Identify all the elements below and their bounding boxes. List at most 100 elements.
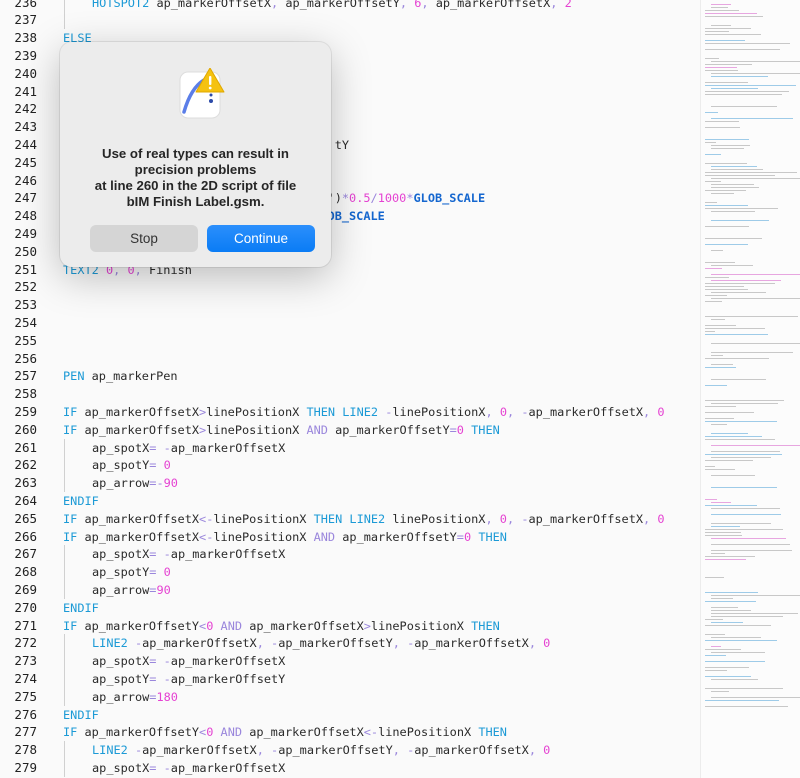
minimap[interactable] [700,0,800,778]
code-line[interactable]: 237 [0,11,700,30]
minimap-line [705,592,759,593]
minimap-line [711,145,750,146]
minimap-line [711,679,758,680]
line-number: 243 [14,119,37,135]
code-line[interactable]: 260 IF ap_markerOffsetX>linePositionX AND… [0,421,700,439]
minimap-line [711,379,766,380]
code-line[interactable]: 274 ap_spotY= -ap_markerOffsetY [0,669,700,688]
code-line[interactable]: 256 [0,350,700,368]
line-number: 254 [14,314,37,330]
code-line[interactable]: 254 [0,314,700,332]
minimap-line [705,601,757,602]
minimap-line [705,331,715,332]
minimap-line [705,31,730,32]
line-number: 261 [14,439,37,455]
line-number: 239 [14,47,37,63]
code-line[interactable]: 267 ap_spotX= -ap_markerOffsetX [0,545,700,564]
line-number: 250 [14,243,37,259]
line-number: 245 [14,154,37,170]
line-number: 266 [14,528,37,544]
indent-guide [64,438,65,457]
continue-button[interactable]: Continue [207,225,315,252]
minimap-line [705,70,738,71]
code-line[interactable]: 275 ap_arrow=180 [0,687,700,706]
minimap-line [711,7,728,8]
minimap-line [711,691,730,692]
code-line[interactable]: 257 PEN ap_markerPen [0,367,700,385]
minimap-line [711,598,734,599]
code-line[interactable]: 255 [0,332,700,350]
minimap-line [711,403,779,404]
message-line: at line 260 in the 2D script of file [94,178,297,193]
line-number: 246 [14,172,37,188]
code-text: ap_spotY= -ap_markerOffsetY [92,671,286,686]
code-text: ENDIF [63,600,99,615]
indent-guide [64,741,65,760]
code-line[interactable]: 271 IF ap_markerOffsetY<0 AND ap_markerOf… [0,617,700,635]
minimap-line [711,193,735,194]
code-text: IF ap_markerOffsetX>linePositionX THEN L… [63,404,665,419]
minimap-line [711,613,799,614]
code-text: ap_arrow=90 [92,582,171,597]
line-number: 255 [14,332,37,348]
minimap-line [705,112,719,113]
minimap-line [711,364,734,365]
minimap-line [711,607,738,608]
code-line[interactable]: 277 IF ap_markerOffsetY<0 AND ap_markerOf… [0,723,700,741]
code-line[interactable]: 253 [0,296,700,314]
code-line[interactable]: 265 IF ap_markerOffsetX<-linePositionX TH… [0,510,700,528]
code-line[interactable]: 266 IF ap_markerOffsetX<-linePositionX AN… [0,528,700,546]
warning-dialog: Use of real types can result in precisio… [60,42,331,267]
line-number: 274 [14,670,37,686]
minimap-line [711,184,755,185]
line-number: 249 [14,225,37,241]
minimap-line [711,652,765,653]
minimap-line [711,265,754,266]
code-text: IF ap_markerOffsetX<-linePositionX AND a… [63,529,507,544]
code-line[interactable]: 270 ENDIF [0,599,700,617]
code-line[interactable]: 263 ap_arrow=-90 [0,474,700,493]
minimap-line [705,700,780,701]
code-line[interactable]: 264 ENDIF [0,492,700,510]
code-line[interactable]: 236 HOTSPOT2 ap_markerOffsetX, ap_markerO… [0,0,700,12]
minimap-line [705,400,785,401]
message-line: precision problems [134,162,257,177]
minimap-line [705,421,777,422]
minimap-line [711,610,752,611]
minimap-line [711,697,800,698]
code-line[interactable]: 262 ap_spotY= 0 [0,456,700,475]
line-number: 240 [14,65,37,81]
minimap-line [711,523,771,524]
minimap-line [711,292,766,293]
code-line[interactable]: 272 LINE2 -ap_markerOffsetX, -ap_markerOf… [0,634,700,653]
minimap-line [711,61,800,62]
minimap-line [711,487,777,488]
minimap-line [705,163,748,164]
minimap-line [705,661,766,662]
line-number: 264 [14,492,37,508]
line-number: 256 [14,350,37,366]
code-line[interactable]: 268 ap_spotY= 0 [0,563,700,582]
minimap-line [705,40,745,41]
code-text: ap_arrow=180 [92,689,178,704]
code-line[interactable]: 259 IF ap_markerOffsetX>linePositionX THE… [0,403,700,421]
code-line[interactable]: 269 ap_arrow=90 [0,580,700,599]
minimap-line [711,445,800,446]
minimap-line [705,277,729,278]
code-line[interactable]: 279 ap_spotX= -ap_markerOffsetX [0,758,700,777]
code-line[interactable]: 278 LINE2 -ap_markerOffsetX, -ap_markerOf… [0,741,700,760]
code-line[interactable]: 261 ap_spotX= -ap_markerOffsetX [0,438,700,457]
code-line[interactable]: 252 [0,278,700,296]
code-line[interactable]: 258 [0,385,700,403]
code-text: ap_spotY= 0 [92,458,171,473]
minimap-line [705,208,778,209]
stop-button[interactable]: Stop [90,225,198,252]
code-line[interactable]: 273 ap_spotX= -ap_markerOffsetX [0,652,700,671]
code-text: ap_spotX= -ap_markerOffsetX [92,547,286,562]
line-number: 277 [14,724,37,740]
minimap-line [711,178,800,179]
code-line[interactable]: 276 ENDIF [0,706,700,724]
minimap-line [705,559,746,560]
line-number: 253 [14,297,37,313]
indent-guide [64,0,65,12]
